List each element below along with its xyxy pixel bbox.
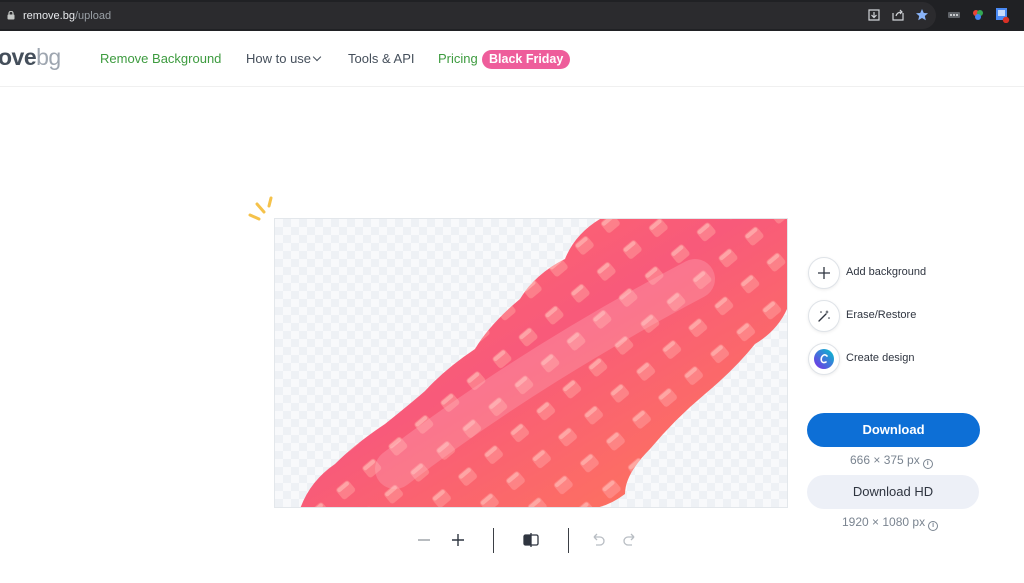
zoom-out-icon[interactable]	[414, 530, 434, 550]
zoom-in-icon[interactable]	[448, 530, 468, 550]
download-size-text: 666 × 375 px	[850, 453, 920, 467]
nav-pricing[interactable]: Pricing	[438, 51, 478, 66]
logo[interactable]: ovebg	[0, 44, 61, 71]
browser-toolbar: remove.bg/upload	[0, 0, 1024, 31]
black-friday-badge[interactable]: Black Friday	[482, 50, 571, 69]
logo-text-suffix: bg	[36, 44, 61, 70]
toolbar-divider	[493, 528, 494, 553]
erase-restore-label: Erase/Restore	[846, 309, 917, 321]
chevron-down-icon	[312, 52, 322, 62]
result-image	[274, 218, 788, 508]
add-background-label: Add background	[846, 266, 927, 278]
profile-icon[interactable]	[994, 7, 1010, 23]
download-hd-size-text: 1920 × 1080 px	[842, 515, 926, 529]
info-icon[interactable]: i	[928, 521, 939, 531]
create-design-label: Create design	[846, 352, 915, 364]
nav-how-to-use-label: How to use	[246, 51, 312, 66]
nav-how-to-use[interactable]: How to use	[246, 51, 322, 66]
download-hd-size: 1920 × 1080 px i	[842, 515, 939, 531]
extension-icon[interactable]	[946, 7, 962, 23]
canva-icon	[808, 343, 840, 375]
download-size: 666 × 375 px i	[850, 453, 933, 469]
compare-icon[interactable]	[521, 530, 541, 550]
nav-remove-background[interactable]: Remove Background	[100, 51, 221, 66]
redo-icon[interactable]	[620, 530, 640, 550]
url-host: remove.bg	[23, 10, 75, 22]
nav-tools-api[interactable]: Tools & API	[348, 51, 414, 66]
url-text: remove.bg/upload	[23, 10, 111, 22]
info-icon[interactable]: i	[922, 459, 933, 469]
result-image-graphic	[300, 219, 787, 507]
lock-icon	[7, 11, 15, 20]
undo-icon[interactable]	[588, 530, 608, 550]
download-icon[interactable]	[866, 7, 882, 23]
address-bar[interactable]: remove.bg/upload	[0, 2, 936, 29]
url-path: /upload	[74, 10, 112, 22]
logo-text: ove	[0, 44, 37, 70]
download-hd-button[interactable]: Download HD	[807, 475, 979, 509]
magic-brush-icon	[808, 300, 840, 332]
download-button[interactable]: Download	[807, 413, 980, 447]
star-icon[interactable]	[914, 7, 930, 23]
plus-icon	[808, 257, 840, 289]
color-icon[interactable]	[970, 7, 986, 23]
toolbar-divider	[568, 528, 569, 553]
share-icon[interactable]	[890, 7, 906, 23]
